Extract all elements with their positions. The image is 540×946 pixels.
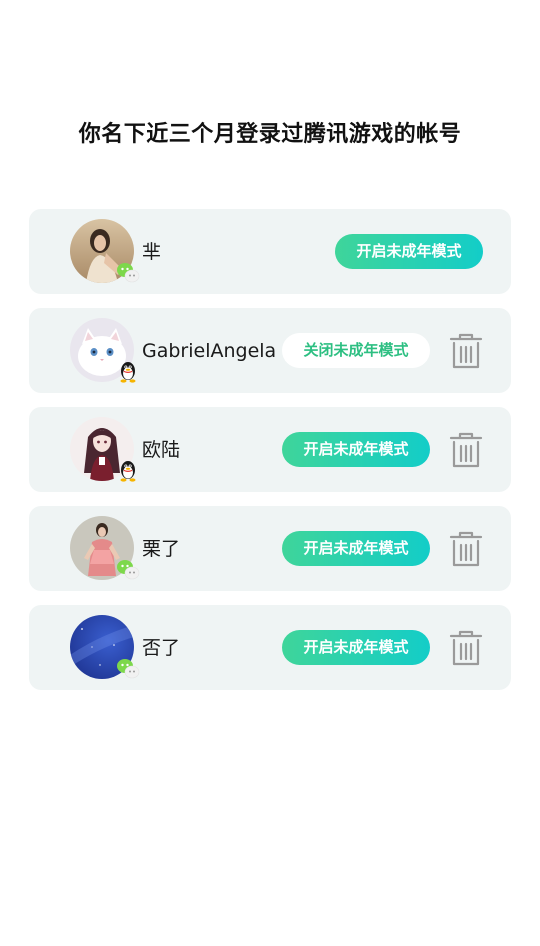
delete-account-button[interactable] (448, 629, 484, 667)
enable-minor-mode-button[interactable]: 开启未成年模式 (282, 630, 430, 665)
account-card: 否了 开启未成年模式 (29, 605, 511, 690)
enable-minor-mode-button[interactable]: 开启未成年模式 (282, 531, 430, 566)
page-title: 你名下近三个月登录过腾讯游戏的帐号 (78, 122, 462, 147)
account-name: 芈 (142, 241, 162, 263)
account-name: GabrielAngela (142, 340, 277, 362)
account-card: 芈 开启未成年模式 (29, 209, 511, 294)
delete-account-button[interactable] (448, 431, 484, 469)
enable-minor-mode-button[interactable]: 开启未成年模式 (282, 432, 430, 467)
account-card: GabrielAngela 关闭未成年模式 (29, 308, 511, 393)
disable-minor-mode-button[interactable]: 关闭未成年模式 (282, 333, 430, 368)
trash-icon (449, 432, 483, 468)
enable-minor-mode-button[interactable]: 开启未成年模式 (335, 234, 483, 269)
account-name: 栗了 (142, 538, 181, 560)
account-card: 欧陆 开启未成年模式 (29, 407, 511, 492)
trash-icon (449, 630, 483, 666)
account-card: 栗了 开启未成年模式 (29, 506, 511, 591)
trash-icon (449, 531, 483, 567)
account-name: 否了 (142, 637, 181, 659)
wechat-icon (115, 655, 141, 681)
delete-account-button[interactable] (448, 332, 484, 370)
wechat-icon (115, 556, 141, 582)
account-name: 欧陆 (142, 439, 181, 461)
qq-icon (115, 358, 141, 384)
wechat-icon (115, 259, 141, 285)
qq-icon (115, 457, 141, 483)
delete-account-button[interactable] (448, 530, 484, 568)
trash-icon (449, 333, 483, 369)
